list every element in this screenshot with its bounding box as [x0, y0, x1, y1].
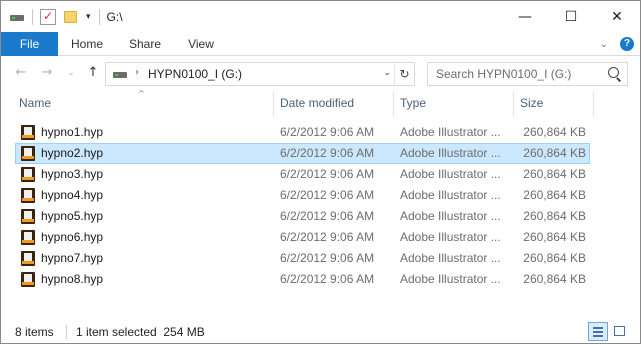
file-type: Adobe Illustrator ...	[400, 188, 501, 202]
window-title: G:\	[106, 10, 123, 24]
status-bar: 8 items 1 item selected 254 MB	[1, 319, 640, 343]
tab-home[interactable]: Home	[58, 32, 116, 56]
file-name: hypno6.hyp	[41, 230, 104, 244]
toolbar-divider	[32, 9, 33, 25]
selection-info: 1 item selected 254 MB	[76, 325, 205, 339]
forward-arrow-icon[interactable]: →	[39, 65, 55, 83]
file-size: 260,864 KB	[523, 167, 586, 181]
hyp-file-icon	[21, 167, 35, 182]
back-arrow-icon[interactable]: ←	[13, 65, 29, 83]
refresh-icon[interactable]: ↻	[394, 63, 414, 85]
quick-access-toolbar: ▾ G:\	[9, 7, 123, 27]
file-type: Adobe Illustrator ...	[400, 272, 501, 286]
file-type: Adobe Illustrator ...	[400, 251, 501, 265]
view-toggle	[586, 322, 630, 341]
drive-icon	[113, 72, 127, 78]
file-row[interactable]: hypno4.hyp 6/2/2012 9:06 AM Adobe Illust…	[15, 185, 590, 206]
file-name: hypno3.hyp	[41, 167, 104, 181]
toolbar-divider	[98, 9, 100, 25]
hyp-file-icon	[21, 230, 35, 245]
ribbon-right-controls: ⌄ ?	[600, 37, 634, 51]
breadcrumb-location[interactable]: HYPN0100_I (G:)	[148, 67, 242, 81]
file-size: 260,864 KB	[523, 188, 586, 202]
column-type[interactable]: Type	[394, 91, 512, 115]
search-input[interactable]: Search HYPN0100_I (G:)	[436, 67, 571, 81]
file-date: 6/2/2012 9:06 AM	[280, 125, 375, 139]
navigation-bar: ← → ⌄ ↑ › HYPN0100_I (G:) ⌄ ↻ Search HYP…	[1, 57, 640, 91]
status-divider	[66, 325, 67, 339]
file-explorer-window: ▾ G:\ — ☐ ✕ File Home Share View ⌄ ? ← →…	[0, 0, 641, 344]
expand-ribbon-icon[interactable]: ⌄	[600, 39, 608, 50]
maximize-button[interactable]: ☐	[548, 1, 594, 32]
details-view-icon[interactable]	[588, 322, 608, 341]
file-row[interactable]: hypno3.hyp 6/2/2012 9:06 AM Adobe Illust…	[15, 164, 590, 185]
hyp-file-icon	[21, 125, 35, 140]
window-controls: — ☐ ✕	[502, 1, 640, 32]
file-row[interactable]: hypno1.hyp 6/2/2012 9:06 AM Adobe Illust…	[15, 122, 590, 143]
file-name: hypno5.hyp	[41, 209, 104, 223]
file-date: 6/2/2012 9:06 AM	[280, 230, 375, 244]
tab-file[interactable]: File	[1, 32, 58, 56]
minimize-button[interactable]: —	[502, 1, 548, 32]
drive-icon[interactable]	[9, 9, 25, 25]
file-size: 260,864 KB	[523, 209, 586, 223]
file-date: 6/2/2012 9:06 AM	[280, 146, 375, 160]
file-date: 6/2/2012 9:06 AM	[280, 188, 375, 202]
file-size: 260,864 KB	[523, 230, 586, 244]
breadcrumb-chevron-icon[interactable]: ›	[135, 67, 139, 78]
tab-view[interactable]: View	[174, 32, 228, 56]
ribbon-tabs: File Home Share View ⌄ ?	[1, 32, 640, 56]
file-size: 260,864 KB	[523, 146, 586, 160]
file-row[interactable]: hypno2.hyp 6/2/2012 9:06 AM Adobe Illust…	[15, 143, 590, 164]
column-header: Name Date modified Type Size	[1, 91, 640, 117]
up-arrow-icon[interactable]: ↑	[85, 65, 101, 83]
file-type: Adobe Illustrator ...	[400, 125, 501, 139]
file-row[interactable]: hypno7.hyp 6/2/2012 9:06 AM Adobe Illust…	[15, 248, 590, 269]
large-icons-view-icon[interactable]	[610, 322, 630, 341]
file-name: hypno8.hyp	[41, 272, 104, 286]
hyp-file-icon	[21, 209, 35, 224]
file-name: hypno4.hyp	[41, 188, 104, 202]
file-name: hypno1.hyp	[41, 125, 104, 139]
hyp-file-icon	[21, 251, 35, 266]
column-date-modified[interactable]: Date modified	[274, 91, 392, 115]
title-bar: ▾ G:\ — ☐ ✕	[1, 1, 640, 32]
file-row[interactable]: hypno6.hyp 6/2/2012 9:06 AM Adobe Illust…	[15, 227, 590, 248]
hyp-file-icon	[21, 188, 35, 203]
file-date: 6/2/2012 9:06 AM	[280, 251, 375, 265]
file-size: 260,864 KB	[523, 125, 586, 139]
close-button[interactable]: ✕	[594, 1, 640, 32]
column-divider[interactable]	[593, 91, 594, 117]
properties-icon[interactable]	[40, 9, 56, 25]
file-date: 6/2/2012 9:06 AM	[280, 167, 375, 181]
file-row[interactable]: hypno5.hyp 6/2/2012 9:06 AM Adobe Illust…	[15, 206, 590, 227]
search-icon[interactable]	[608, 67, 619, 78]
file-type: Adobe Illustrator ...	[400, 230, 501, 244]
file-type: Adobe Illustrator ...	[400, 167, 501, 181]
file-size: 260,864 KB	[523, 251, 586, 265]
tab-share[interactable]: Share	[116, 32, 174, 56]
address-dropdown-icon[interactable]: ⌄	[383, 68, 391, 78]
file-type: Adobe Illustrator ...	[400, 209, 501, 223]
file-type: Adobe Illustrator ...	[400, 146, 501, 160]
item-count: 8 items	[15, 325, 54, 339]
customize-toolbar-dropdown-icon[interactable]: ▾	[86, 12, 91, 22]
file-size: 260,864 KB	[523, 272, 586, 286]
hyp-file-icon	[21, 272, 35, 287]
help-icon[interactable]: ?	[620, 37, 634, 51]
new-folder-icon[interactable]	[63, 9, 79, 25]
file-name: hypno2.hyp	[41, 146, 104, 160]
column-name[interactable]: Name	[13, 91, 272, 115]
column-size[interactable]: Size	[514, 91, 592, 115]
file-name: hypno7.hyp	[41, 251, 104, 265]
hyp-file-icon	[21, 146, 35, 161]
file-date: 6/2/2012 9:06 AM	[280, 272, 375, 286]
recent-locations-icon[interactable]: ⌄	[65, 68, 77, 86]
file-row[interactable]: hypno8.hyp 6/2/2012 9:06 AM Adobe Illust…	[15, 269, 590, 290]
file-date: 6/2/2012 9:06 AM	[280, 209, 375, 223]
address-bar[interactable]: › HYPN0100_I (G:) ⌄ ↻	[105, 62, 415, 86]
search-box[interactable]: Search HYPN0100_I (G:)	[427, 62, 628, 86]
